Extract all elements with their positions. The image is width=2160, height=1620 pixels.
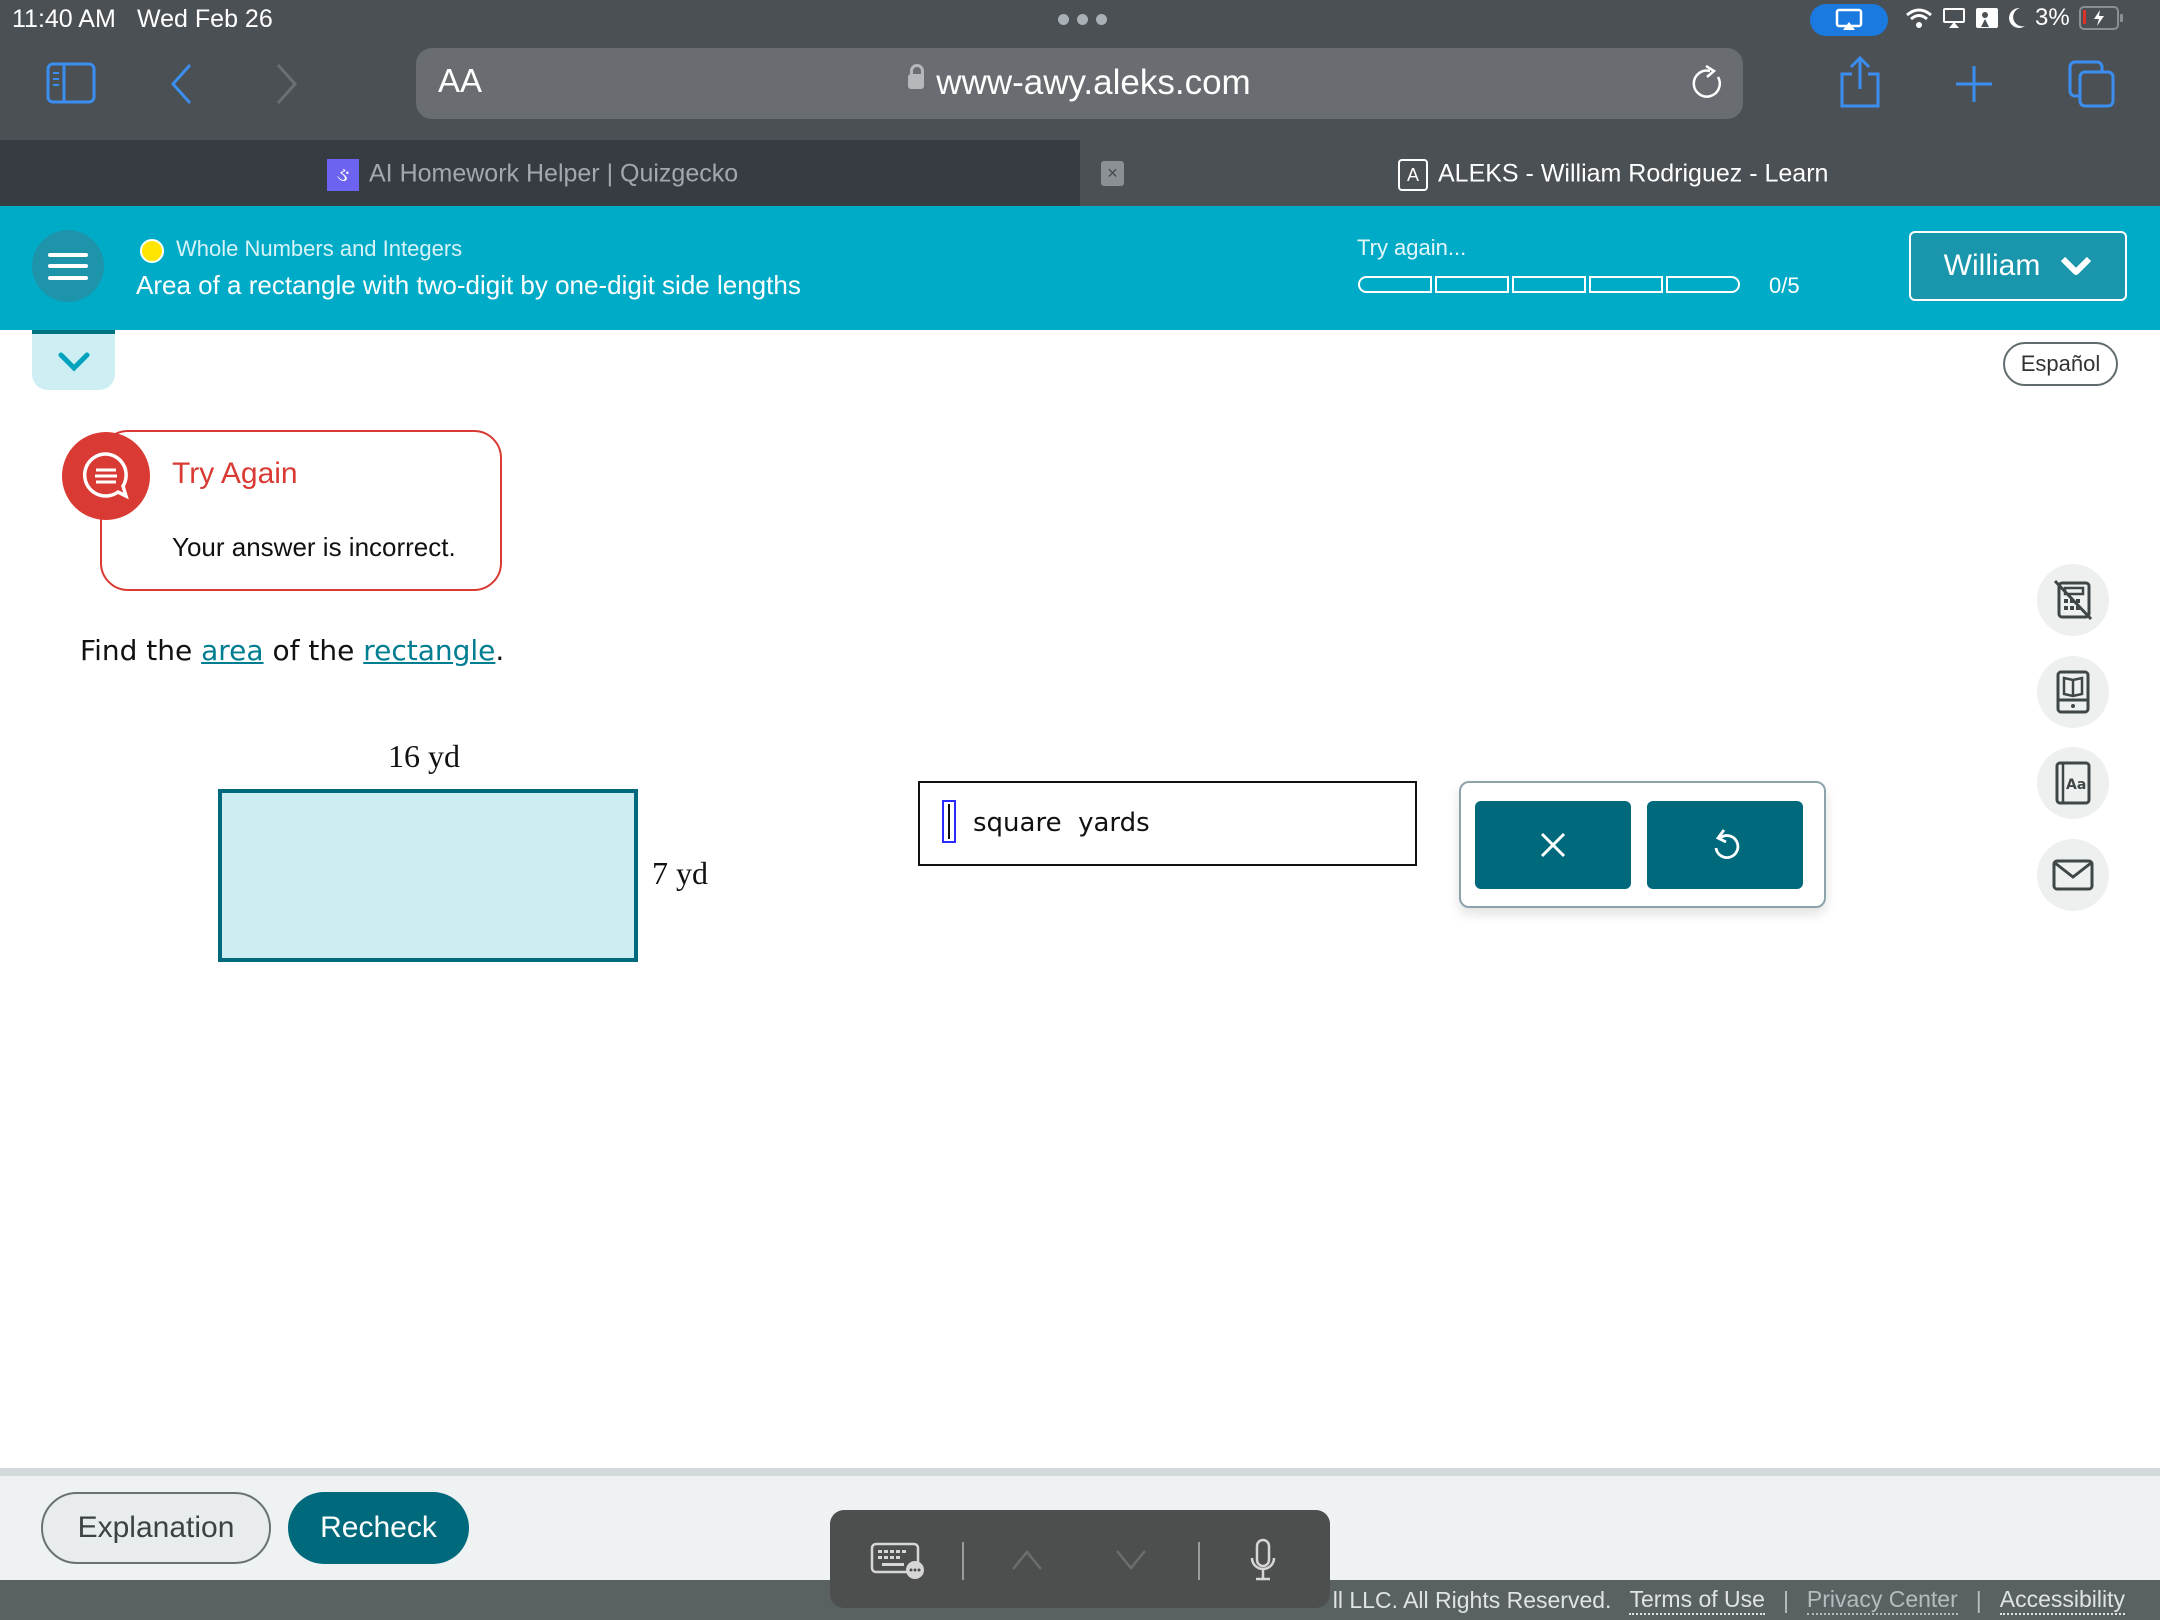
tab-aleks[interactable]: A ALEKS - William Rodriguez - Learn bbox=[1080, 140, 2160, 206]
chevron-down-icon bbox=[58, 352, 89, 372]
feedback-box bbox=[100, 430, 502, 591]
answer-input[interactable] bbox=[942, 800, 956, 843]
answer-area: square yards bbox=[918, 781, 1417, 866]
close-icon bbox=[1540, 832, 1566, 858]
progress-segment bbox=[1589, 276, 1663, 293]
quizgecko-favicon-icon: ઙ bbox=[327, 159, 359, 191]
feedback-title: Try Again bbox=[172, 457, 298, 490]
chat-bubble-icon bbox=[62, 432, 150, 520]
airplay-icon bbox=[1943, 8, 1965, 28]
user-menu-button[interactable]: William bbox=[1909, 231, 2127, 301]
sidebar-toggle-icon[interactable] bbox=[46, 62, 96, 109]
recheck-button[interactable]: Recheck bbox=[288, 1492, 469, 1564]
progress-count: 0/5 bbox=[1769, 273, 1800, 298]
feedback-message: Your answer is incorrect. bbox=[172, 532, 456, 562]
address-bar[interactable]: www-awy.aleks.com bbox=[416, 48, 1743, 119]
battery-charging-icon bbox=[2078, 6, 2123, 30]
tab-aleks-label: ALEKS - William Rodriguez - Learn bbox=[1438, 159, 1829, 188]
bottom-divider bbox=[0, 1468, 2160, 1476]
url-text: www-awy.aleks.com bbox=[936, 63, 1251, 102]
aleks-favicon-icon: A bbox=[1398, 159, 1428, 191]
tab-quizgecko[interactable]: ઙ AI Homework Helper | Quizgecko bbox=[0, 140, 1080, 206]
keyboard-accessory-bar bbox=[830, 1510, 1330, 1608]
clear-button[interactable] bbox=[1475, 801, 1631, 889]
lock-icon bbox=[908, 64, 925, 90]
user-name: William bbox=[1943, 249, 2041, 282]
topic-label: Whole Numbers and Integers bbox=[176, 236, 463, 261]
message-icon bbox=[2052, 859, 2094, 891]
keyboard-icon[interactable] bbox=[870, 1542, 926, 1585]
tab-quizgecko-label: AI Homework Helper | Quizgecko bbox=[369, 159, 739, 188]
privacy-link[interactable]: Privacy Center bbox=[1806, 1586, 1958, 1615]
dictionary-button[interactable]: Aa bbox=[2037, 747, 2109, 819]
battery-percent: 3% bbox=[2035, 4, 2070, 31]
status-time: 11:40 AM bbox=[12, 5, 116, 33]
answer-unit-label: square yards bbox=[973, 808, 1150, 838]
rectangle-height-label: 7 yd bbox=[652, 855, 708, 891]
expand-toggle-button[interactable] bbox=[32, 330, 115, 390]
terms-link[interactable]: Terms of Use bbox=[1629, 1586, 1765, 1615]
text-size-button[interactable]: AA bbox=[438, 62, 482, 100]
url-display[interactable]: www-awy.aleks.com bbox=[416, 63, 1743, 103]
lesson-title: Area of a rectangle with two-digit by on… bbox=[136, 270, 801, 300]
rectangle-figure bbox=[218, 789, 638, 962]
question-prompt: Find the area of the rectangle. bbox=[80, 634, 505, 667]
next-field-icon[interactable] bbox=[1114, 1548, 1148, 1577]
copyright-text: ll LLC. All Rights Reserved. bbox=[1332, 1587, 1612, 1613]
ebook-button[interactable] bbox=[2037, 656, 2109, 728]
reload-icon[interactable] bbox=[1690, 64, 1726, 108]
answer-tools-panel bbox=[1459, 781, 1826, 908]
microphone-icon[interactable] bbox=[1248, 1538, 1278, 1587]
explanation-button[interactable]: Explanation bbox=[41, 1492, 271, 1564]
share-icon[interactable] bbox=[1838, 55, 1882, 115]
status-icons: 3% bbox=[1905, 4, 2123, 32]
calculator-disabled-icon bbox=[2053, 579, 2093, 621]
wifi-icon bbox=[1906, 8, 1932, 28]
rectangle-width-label: 16 yd bbox=[388, 738, 460, 774]
progress-segment bbox=[1666, 276, 1740, 293]
dictionary-icon: Aa bbox=[2055, 761, 2091, 805]
aleks-header bbox=[0, 206, 2160, 330]
accessibility-link[interactable]: Accessibility bbox=[1999, 1586, 2125, 1615]
chevron-down-icon bbox=[2061, 256, 2092, 275]
tabs-overview-icon[interactable] bbox=[2068, 60, 2116, 113]
message-button[interactable] bbox=[2037, 839, 2109, 911]
focus-icon bbox=[1976, 8, 1998, 28]
espanol-button[interactable]: Español bbox=[2003, 342, 2118, 386]
moon-icon bbox=[2009, 7, 2025, 28]
back-icon[interactable] bbox=[168, 62, 194, 111]
status-date: Wed Feb 26 bbox=[137, 5, 273, 33]
undo-button[interactable] bbox=[1647, 801, 1803, 889]
multitasking-dots-icon[interactable] bbox=[1058, 14, 1107, 25]
progress-segment bbox=[1435, 276, 1509, 293]
area-link[interactable]: area bbox=[201, 634, 263, 667]
menu-button[interactable] bbox=[32, 230, 104, 302]
undo-icon bbox=[1714, 829, 1740, 859]
calculator-button[interactable] bbox=[2037, 564, 2109, 636]
ebook-icon bbox=[2056, 670, 2090, 714]
topic-status-dot bbox=[140, 239, 164, 263]
hamburger-icon bbox=[48, 253, 88, 257]
new-tab-icon[interactable] bbox=[1954, 64, 1994, 109]
forward-icon[interactable] bbox=[274, 62, 300, 111]
progress-segment bbox=[1512, 276, 1586, 293]
previous-field-icon[interactable] bbox=[1010, 1548, 1044, 1577]
progress-segment bbox=[1358, 276, 1432, 293]
svg-text:Aa: Aa bbox=[2066, 777, 2086, 793]
progress-status: Try again... bbox=[1357, 235, 1467, 260]
rectangle-link[interactable]: rectangle bbox=[363, 634, 495, 667]
progress-bar bbox=[1358, 276, 1740, 293]
screen-mirroring-icon bbox=[1810, 4, 1888, 36]
